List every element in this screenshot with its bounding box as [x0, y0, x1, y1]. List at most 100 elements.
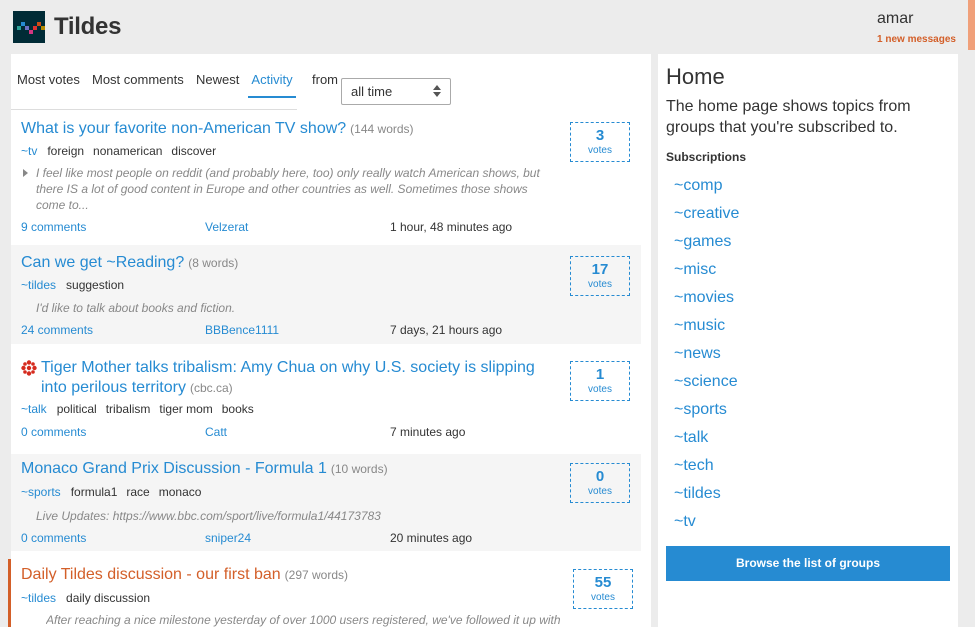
group-link-news[interactable]: ~news — [674, 343, 739, 371]
topic-tags: ~sports formula1 race monaco — [21, 485, 210, 499]
group-link-games[interactable]: ~games — [674, 231, 739, 259]
topic-word-count: (10 words) — [330, 462, 388, 476]
topic-title-link[interactable]: Daily Tildes discussion - our first ban — [21, 566, 281, 583]
vote-button[interactable]: 0 votes — [570, 463, 630, 503]
vote-button[interactable]: 1 votes — [570, 361, 630, 401]
period-label: from — [312, 72, 338, 87]
topic-title-link-cont[interactable]: into perilous territory — [41, 379, 186, 396]
subscriptions-heading: Subscriptions — [666, 150, 747, 164]
subscription-list: ~comp ~creative ~games ~misc ~movies ~mu… — [674, 175, 739, 539]
author-link[interactable]: sniper24 — [205, 531, 251, 545]
group-link-comp[interactable]: ~comp — [674, 175, 739, 203]
topic-group-link[interactable]: ~tv — [21, 144, 37, 158]
browse-groups-button[interactable]: Browse the list of groups — [666, 546, 950, 581]
topic-item: Monaco Grand Prix Discussion - Formula 1… — [11, 454, 641, 551]
sidebar-description: The home page shows topics from groups t… — [666, 98, 911, 136]
topic-tag[interactable]: race — [126, 485, 149, 499]
sidebar-title: Home — [666, 64, 725, 89]
topic-item: Daily Tildes discussion - our first ban(… — [8, 559, 641, 627]
expand-triangle-icon — [23, 169, 28, 177]
group-link-talk[interactable]: ~talk — [674, 427, 739, 455]
topic-word-count: (8 words) — [188, 256, 239, 270]
tab-most-votes[interactable]: Most votes — [17, 66, 80, 98]
topic-excerpt[interactable]: After reaching a nice milestone yesterda… — [46, 612, 566, 627]
excerpt-text: After reaching a nice milestone yesterda… — [46, 613, 561, 627]
topic-title-link[interactable]: Monaco Grand Prix Discussion - Formula 1 — [21, 460, 327, 477]
tildes-logo[interactable] — [13, 11, 45, 43]
topic-tag[interactable]: nonamerican — [93, 144, 162, 158]
topic-listing: Most votes Most comments Newest Activity… — [8, 54, 651, 627]
sidebar: Home The home page shows topics from gro… — [658, 54, 958, 627]
excerpt-text: I feel like most people on reddit (and p… — [36, 166, 540, 212]
topic-title-link[interactable]: What is your favorite non-American TV sh… — [21, 120, 346, 137]
comments-link[interactable]: 0 comments — [21, 531, 86, 545]
vote-count: 0 — [595, 468, 605, 485]
topic-tag[interactable]: political — [57, 402, 97, 416]
topic-group-link[interactable]: ~tildes — [21, 278, 56, 292]
topic-title-link[interactable]: Tiger Mother talks tribalism: Amy Chua o… — [41, 358, 535, 378]
group-link-tv[interactable]: ~tv — [674, 511, 739, 539]
select-arrows-icon — [433, 85, 441, 97]
topic-tag[interactable]: suggestion — [66, 278, 124, 292]
tabs-divider — [11, 109, 297, 110]
topic-group-link[interactable]: ~tildes — [21, 591, 56, 605]
group-link-tildes[interactable]: ~tildes — [674, 483, 739, 511]
vote-count: 3 — [595, 127, 605, 144]
author-link[interactable]: Velzerat — [205, 220, 248, 234]
vote-count: 17 — [591, 261, 609, 278]
tab-most-comments[interactable]: Most comments — [92, 66, 184, 98]
period-select[interactable]: all time — [341, 78, 451, 105]
group-link-sports[interactable]: ~sports — [674, 399, 739, 427]
group-link-misc[interactable]: ~misc — [674, 259, 739, 287]
cbc-favicon-icon — [21, 360, 37, 376]
topic-time: 7 days, 21 hours ago — [390, 323, 503, 337]
topic-item: What is your favorite non-American TV sh… — [11, 111, 641, 237]
username-link[interactable]: amar — [877, 10, 913, 28]
group-link-tech[interactable]: ~tech — [674, 455, 739, 483]
topic-tag[interactable]: tiger mom — [159, 402, 212, 416]
vote-count: 1 — [595, 366, 605, 383]
topic-domain[interactable]: (cbc.ca) — [190, 381, 233, 395]
vote-label: votes — [588, 145, 612, 156]
comments-link[interactable]: 24 comments — [21, 323, 93, 337]
scrollbar-thumb[interactable] — [968, 0, 975, 50]
tab-newest[interactable]: Newest — [196, 66, 239, 98]
author-link[interactable]: BBBence1111 — [205, 323, 279, 337]
topic-time: 20 minutes ago — [390, 531, 473, 545]
topic-tags: ~tildes daily discussion — [21, 591, 159, 605]
topic-group-link[interactable]: ~sports — [21, 485, 61, 499]
topic-tag[interactable]: daily discussion — [66, 591, 150, 605]
group-link-music[interactable]: ~music — [674, 315, 739, 343]
vote-button[interactable]: 3 votes — [570, 122, 630, 162]
vote-label: votes — [588, 279, 612, 290]
vote-button[interactable]: 55 votes — [573, 569, 633, 609]
site-title[interactable]: Tildes — [54, 13, 121, 41]
site-header: Tildes amar 1 new messages — [0, 0, 975, 54]
topic-time: 1 hour, 48 minutes ago — [390, 220, 513, 234]
group-link-creative[interactable]: ~creative — [674, 203, 739, 231]
vote-label: votes — [588, 384, 612, 395]
topic-time: 7 minutes ago — [390, 425, 466, 439]
topic-tag[interactable]: monaco — [159, 485, 202, 499]
topic-tags: ~tildes suggestion — [21, 278, 133, 292]
tab-activity[interactable]: Activity — [248, 66, 296, 98]
author-link[interactable]: Catt — [205, 425, 227, 439]
topic-word-count: (144 words) — [350, 122, 414, 136]
topic-item: Tiger Mother talks tribalism: Amy Chua o… — [11, 352, 641, 448]
vote-button[interactable]: 17 votes — [570, 256, 630, 296]
topic-tag[interactable]: tribalism — [106, 402, 151, 416]
topic-title-link[interactable]: Can we get ~Reading? — [21, 254, 184, 271]
comments-link[interactable]: 9 comments — [21, 220, 86, 234]
topic-tags: ~talk political tribalism tiger mom books — [21, 402, 263, 416]
new-messages-link[interactable]: 1 new messages — [877, 34, 956, 45]
comments-link[interactable]: 0 comments — [21, 425, 86, 439]
topic-tag[interactable]: discover — [171, 144, 216, 158]
topic-excerpt[interactable]: I feel like most people on reddit (and p… — [23, 165, 556, 213]
topic-tag[interactable]: formula1 — [71, 485, 118, 499]
topic-tag[interactable]: foreign — [47, 144, 84, 158]
group-link-movies[interactable]: ~movies — [674, 287, 739, 315]
topic-group-link[interactable]: ~talk — [21, 402, 47, 416]
group-link-science[interactable]: ~science — [674, 371, 739, 399]
topic-tag[interactable]: books — [222, 402, 254, 416]
topic-item: Can we get ~Reading? (8 words) ~tildes sug… — [11, 245, 641, 344]
